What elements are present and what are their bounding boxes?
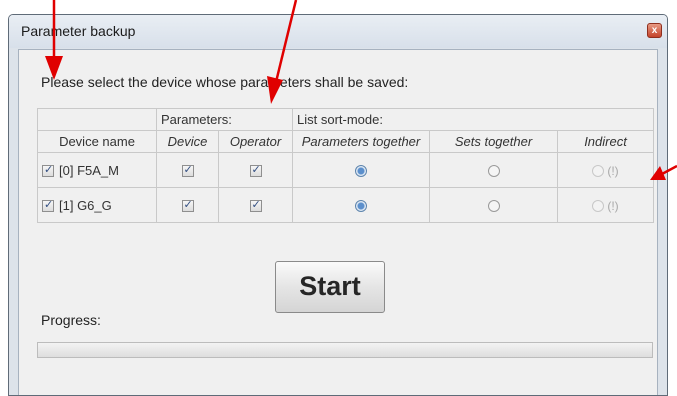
table-row: [1] G6_G (!) xyxy=(37,187,655,223)
param-operator-cell xyxy=(218,187,293,223)
param-device-cell xyxy=(156,187,219,223)
col-header-operator: Operator xyxy=(218,130,293,153)
sort-parameters-together-cell xyxy=(292,187,430,223)
close-icon: x xyxy=(651,25,658,36)
sort-indirect-radio xyxy=(592,164,605,177)
param-device-checkbox[interactable] xyxy=(181,163,194,178)
sort-sets-together-radio[interactable] xyxy=(487,165,500,178)
progress-label: Progress: xyxy=(41,312,101,328)
sort-sets-together-radio[interactable] xyxy=(487,200,500,213)
col-header-parameters-together: Parameters together xyxy=(292,130,430,153)
device-cell: [1] G6_G xyxy=(37,187,157,223)
sort-sets-together-cell xyxy=(429,187,558,223)
device-table: Parameters: List sort-mode: Device name … xyxy=(37,108,655,223)
dialog-content: Please select the device whose parameter… xyxy=(18,49,658,395)
close-button[interactable]: x xyxy=(647,23,662,38)
parameter-backup-window: Parameter backup x Please select the dev… xyxy=(8,14,668,396)
device-cell: [0] F5A_M xyxy=(37,152,157,188)
sort-indirect-cell: (!) xyxy=(556,187,655,223)
table-column-header-row: Device name Device Operator Parameters t… xyxy=(37,130,655,153)
indirect-warning-text: (!) xyxy=(607,198,619,213)
sort-parameters-together-radio[interactable] xyxy=(355,200,367,213)
sort-indirect-cell: (!) xyxy=(556,152,655,188)
title-bar: Parameter backup x xyxy=(9,15,667,48)
col-header-sets-together: Sets together xyxy=(429,130,558,153)
device-name: [1] G6_G xyxy=(59,197,112,213)
param-operator-checkbox[interactable] xyxy=(249,163,262,178)
col-header-device: Device xyxy=(156,130,219,153)
table-group-header-row: Parameters: List sort-mode: xyxy=(37,108,655,131)
param-operator-cell xyxy=(218,152,293,188)
annotation-arrow-left xyxy=(45,0,63,80)
sort-sets-together-cell xyxy=(429,152,558,188)
annotation-arrow-middle xyxy=(267,0,298,104)
indirect-warning-text: (!) xyxy=(607,163,619,178)
sort-indirect-radio xyxy=(592,199,605,212)
col-header-indirect: Indirect xyxy=(556,130,655,153)
group-header-empty xyxy=(37,108,157,131)
device-name: [0] F5A_M xyxy=(59,162,119,178)
param-device-cell xyxy=(156,152,219,188)
sort-parameters-together-radio[interactable] xyxy=(355,165,367,178)
group-header-sort-mode: List sort-mode: xyxy=(291,108,655,131)
annotation-arrow-right xyxy=(650,164,677,180)
start-button[interactable]: Start xyxy=(275,261,385,313)
device-checkbox[interactable] xyxy=(42,163,54,178)
device-checkbox[interactable] xyxy=(42,198,54,213)
table-row: [0] F5A_M (!) xyxy=(37,152,655,188)
sort-parameters-together-cell xyxy=(292,152,430,188)
instruction-text: Please select the device whose parameter… xyxy=(41,74,409,90)
param-device-checkbox[interactable] xyxy=(181,198,194,213)
group-header-parameters: Parameters: xyxy=(156,108,293,131)
param-operator-checkbox[interactable] xyxy=(249,198,262,213)
window-title: Parameter backup xyxy=(21,23,136,39)
col-header-device-name: Device name xyxy=(37,130,157,153)
progress-bar xyxy=(37,342,653,358)
